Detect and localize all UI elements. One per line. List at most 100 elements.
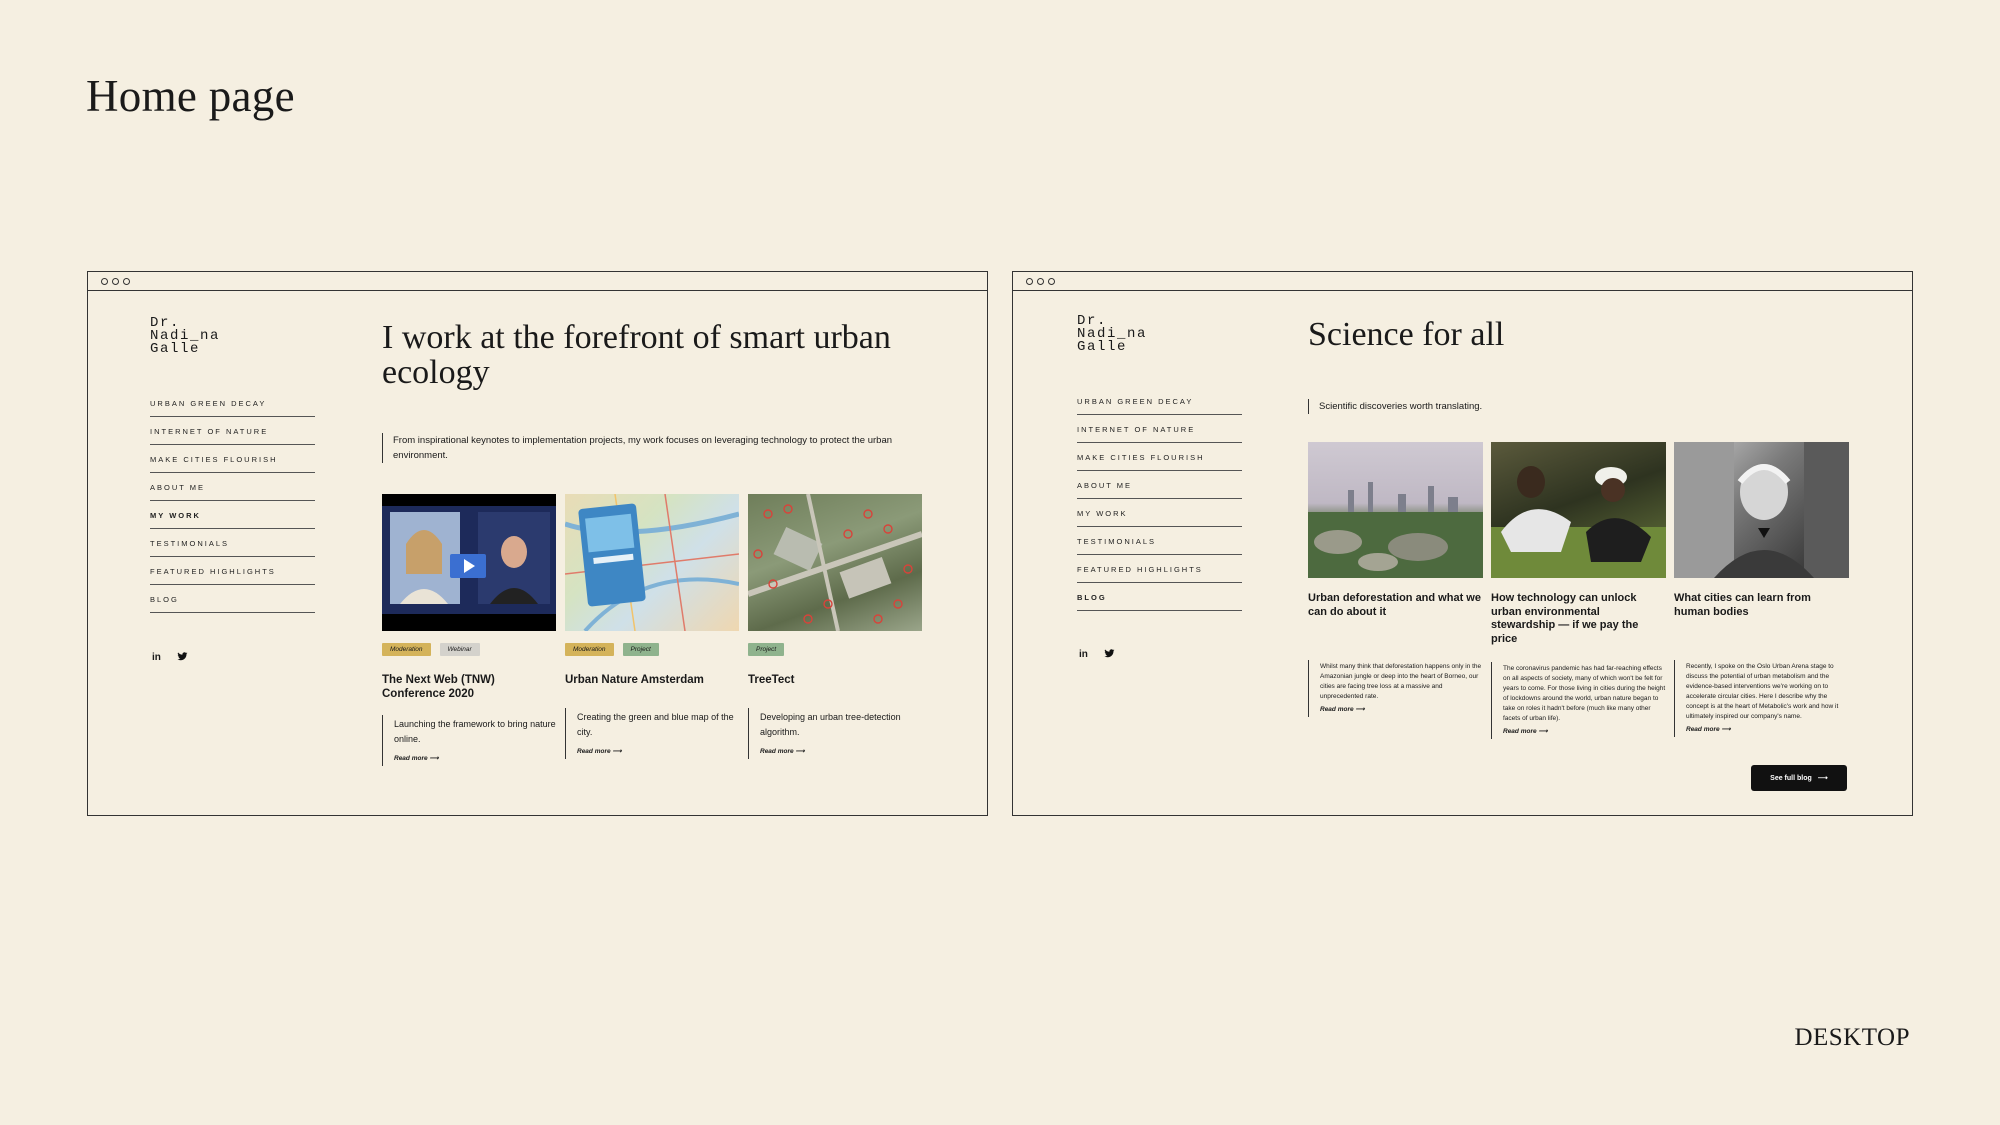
- project-card[interactable]: Moderation Project Urban Nature Amsterda…: [565, 494, 739, 759]
- arrow-right-icon: ⟶: [1817, 775, 1828, 782]
- satellite-thumbnail[interactable]: [748, 494, 922, 631]
- window-dot-icon: [123, 277, 130, 285]
- blog-post-excerpt-text: Whilst many think that deforestation hap…: [1320, 663, 1482, 700]
- nav-item-featured-highlights[interactable]: FEATURED HIGHLIGHTS: [150, 567, 315, 585]
- read-more-label: Read more: [1686, 726, 1720, 733]
- arrow-right-icon: ⟶: [1355, 706, 1365, 713]
- nav-item-my-work[interactable]: MY WORK: [150, 511, 315, 529]
- nav-item-blog[interactable]: BLOG: [150, 595, 315, 613]
- read-more-label: Read more: [577, 748, 611, 755]
- card-description: Developing an urban tree-detection algor…: [748, 708, 922, 759]
- nav-item-internet-of-nature[interactable]: INTERNET OF NATURE: [150, 427, 315, 445]
- arrow-right-icon: ⟶: [429, 755, 439, 762]
- see-full-blog-label: See full blog: [1770, 774, 1812, 782]
- nav-item-urban-green-decay[interactable]: URBAN GREEN DECAY: [1077, 397, 1242, 415]
- read-more-label: Read more: [1320, 706, 1354, 713]
- blog-post-card[interactable]: Urban deforestation and what we can do a…: [1308, 442, 1483, 619]
- window-dot-icon: [112, 277, 119, 285]
- nav-item-testimonials[interactable]: TESTIMONIALS: [1077, 537, 1242, 555]
- read-more-link[interactable]: Read more ⟶: [1320, 705, 1483, 715]
- nav-item-about-me[interactable]: ABOUT ME: [1077, 481, 1242, 499]
- blog-post-card[interactable]: How technology can unlock urban environm…: [1491, 442, 1666, 646]
- twitter-icon[interactable]: [177, 652, 188, 665]
- device-label: DESKTOP: [1794, 1024, 1910, 1051]
- blog-post-card[interactable]: What cities can learn from human bodies: [1674, 442, 1849, 619]
- read-more-link[interactable]: Read more ⟶: [394, 751, 556, 766]
- twitter-icon[interactable]: [1104, 649, 1115, 662]
- tag-webinar: Webinar: [439, 643, 480, 656]
- intro-text: From inspirational keynotes to implement…: [382, 433, 922, 463]
- window-dot-icon: [101, 277, 108, 285]
- nav-item-about-me[interactable]: ABOUT ME: [150, 483, 315, 501]
- read-more-link[interactable]: Read more ⟶: [1503, 727, 1666, 737]
- nav-item-make-cities-flourish[interactable]: MAKE CITIES FLOURISH: [1077, 453, 1242, 471]
- tag-list: Project: [748, 643, 922, 656]
- site-logo[interactable]: Dr. Nadi_na Galle: [150, 316, 220, 356]
- read-more-label: Read more: [394, 755, 428, 762]
- tag-list: Moderation Webinar: [382, 643, 556, 656]
- card-title[interactable]: TreeTect: [748, 673, 922, 687]
- card-description-text: Creating the green and blue map of the c…: [577, 712, 734, 737]
- read-more-link[interactable]: Read more ⟶: [1686, 725, 1849, 735]
- nav-item-urban-green-decay[interactable]: URBAN GREEN DECAY: [150, 399, 315, 417]
- webinar-video-thumbnail[interactable]: [382, 494, 556, 631]
- social-links: in: [152, 652, 188, 665]
- window-dot-icon: [1037, 277, 1044, 285]
- blog-post-excerpt: Whilst many think that deforestation hap…: [1308, 660, 1483, 717]
- card-description-text: Launching the framework to bring nature …: [394, 719, 556, 744]
- city-skyline-thumbnail[interactable]: [1308, 442, 1483, 578]
- nav-item-blog[interactable]: BLOG: [1077, 593, 1242, 611]
- card-title[interactable]: The Next Web (TNW) Conference 2020: [382, 673, 556, 701]
- read-more-link[interactable]: Read more ⟶: [577, 744, 739, 759]
- see-full-blog-button[interactable]: See full blog ⟶: [1751, 765, 1847, 791]
- tag-project: Project: [622, 643, 659, 656]
- blog-post-excerpt: The coronavirus pandemic has had far-rea…: [1491, 662, 1666, 739]
- arrow-right-icon: ⟶: [612, 748, 622, 755]
- sidebar-nav: URBAN GREEN DECAY INTERNET OF NATURE MAK…: [1077, 397, 1242, 621]
- nav-item-testimonials[interactable]: TESTIMONIALS: [150, 539, 315, 557]
- tag-list: Moderation Project: [565, 643, 739, 656]
- intro-text: Scientific discoveries worth translating…: [1308, 399, 1608, 414]
- blog-post-title[interactable]: What cities can learn from human bodies: [1674, 592, 1849, 619]
- card-title[interactable]: Urban Nature Amsterdam: [565, 673, 739, 687]
- window-chrome: [1013, 272, 1912, 291]
- linkedin-icon[interactable]: in: [1079, 649, 1088, 662]
- arrow-right-icon: ⟶: [795, 748, 805, 755]
- blog-post-title[interactable]: Urban deforestation and what we can do a…: [1308, 592, 1483, 619]
- site-logo[interactable]: Dr. Nadi_na Galle: [1077, 314, 1147, 354]
- window-chrome: [88, 272, 987, 291]
- read-more-label: Read more: [760, 748, 794, 755]
- arrow-right-icon: ⟶: [1721, 726, 1731, 733]
- people-planting-thumbnail[interactable]: [1491, 442, 1666, 578]
- linkedin-icon[interactable]: in: [152, 652, 161, 665]
- hero-heading: Science for all: [1308, 316, 1505, 353]
- page-title: Home page: [86, 71, 295, 121]
- project-card[interactable]: Moderation Webinar The Next Web (TNW) Co…: [382, 494, 556, 766]
- city-map-thumbnail[interactable]: [565, 494, 739, 631]
- tag-project: Project: [748, 643, 785, 656]
- card-description-text: Developing an urban tree-detection algor…: [760, 712, 901, 737]
- project-card[interactable]: Project TreeTect Developing an urban tre…: [748, 494, 922, 759]
- sidebar-nav: URBAN GREEN DECAY INTERNET OF NATURE MAK…: [150, 399, 315, 623]
- browser-frame-blog: Dr. Nadi_na Galle URBAN GREEN DECAY INTE…: [1012, 271, 1913, 816]
- nav-item-internet-of-nature[interactable]: INTERNET OF NATURE: [1077, 425, 1242, 443]
- read-more-label: Read more: [1503, 728, 1537, 735]
- blog-post-title[interactable]: How technology can unlock urban environm…: [1491, 592, 1666, 646]
- blog-post-excerpt-text: The coronavirus pandemic has had far-rea…: [1503, 665, 1666, 722]
- blog-post-excerpt-text: Recently, I spoke on the Oslo Urban Aren…: [1686, 663, 1839, 720]
- nav-item-featured-highlights[interactable]: FEATURED HIGHLIGHTS: [1077, 565, 1242, 583]
- portrait-thumbnail[interactable]: [1674, 442, 1849, 578]
- hero-heading: I work at the forefront of smart urban e…: [382, 319, 891, 391]
- card-description: Launching the framework to bring nature …: [382, 715, 556, 766]
- window-dot-icon: [1026, 277, 1033, 285]
- arrow-right-icon: ⟶: [1538, 728, 1548, 735]
- browser-frame-my-work: Dr. Nadi_na Galle URBAN GREEN DECAY INTE…: [87, 271, 988, 816]
- blog-post-excerpt: Recently, I spoke on the Oslo Urban Aren…: [1674, 660, 1849, 737]
- window-dot-icon: [1048, 277, 1055, 285]
- tag-moderation: Moderation: [382, 643, 431, 656]
- nav-item-my-work[interactable]: MY WORK: [1077, 509, 1242, 527]
- nav-item-make-cities-flourish[interactable]: MAKE CITIES FLOURISH: [150, 455, 315, 473]
- tag-moderation: Moderation: [565, 643, 614, 656]
- read-more-link[interactable]: Read more ⟶: [760, 744, 922, 759]
- social-links: in: [1079, 649, 1115, 662]
